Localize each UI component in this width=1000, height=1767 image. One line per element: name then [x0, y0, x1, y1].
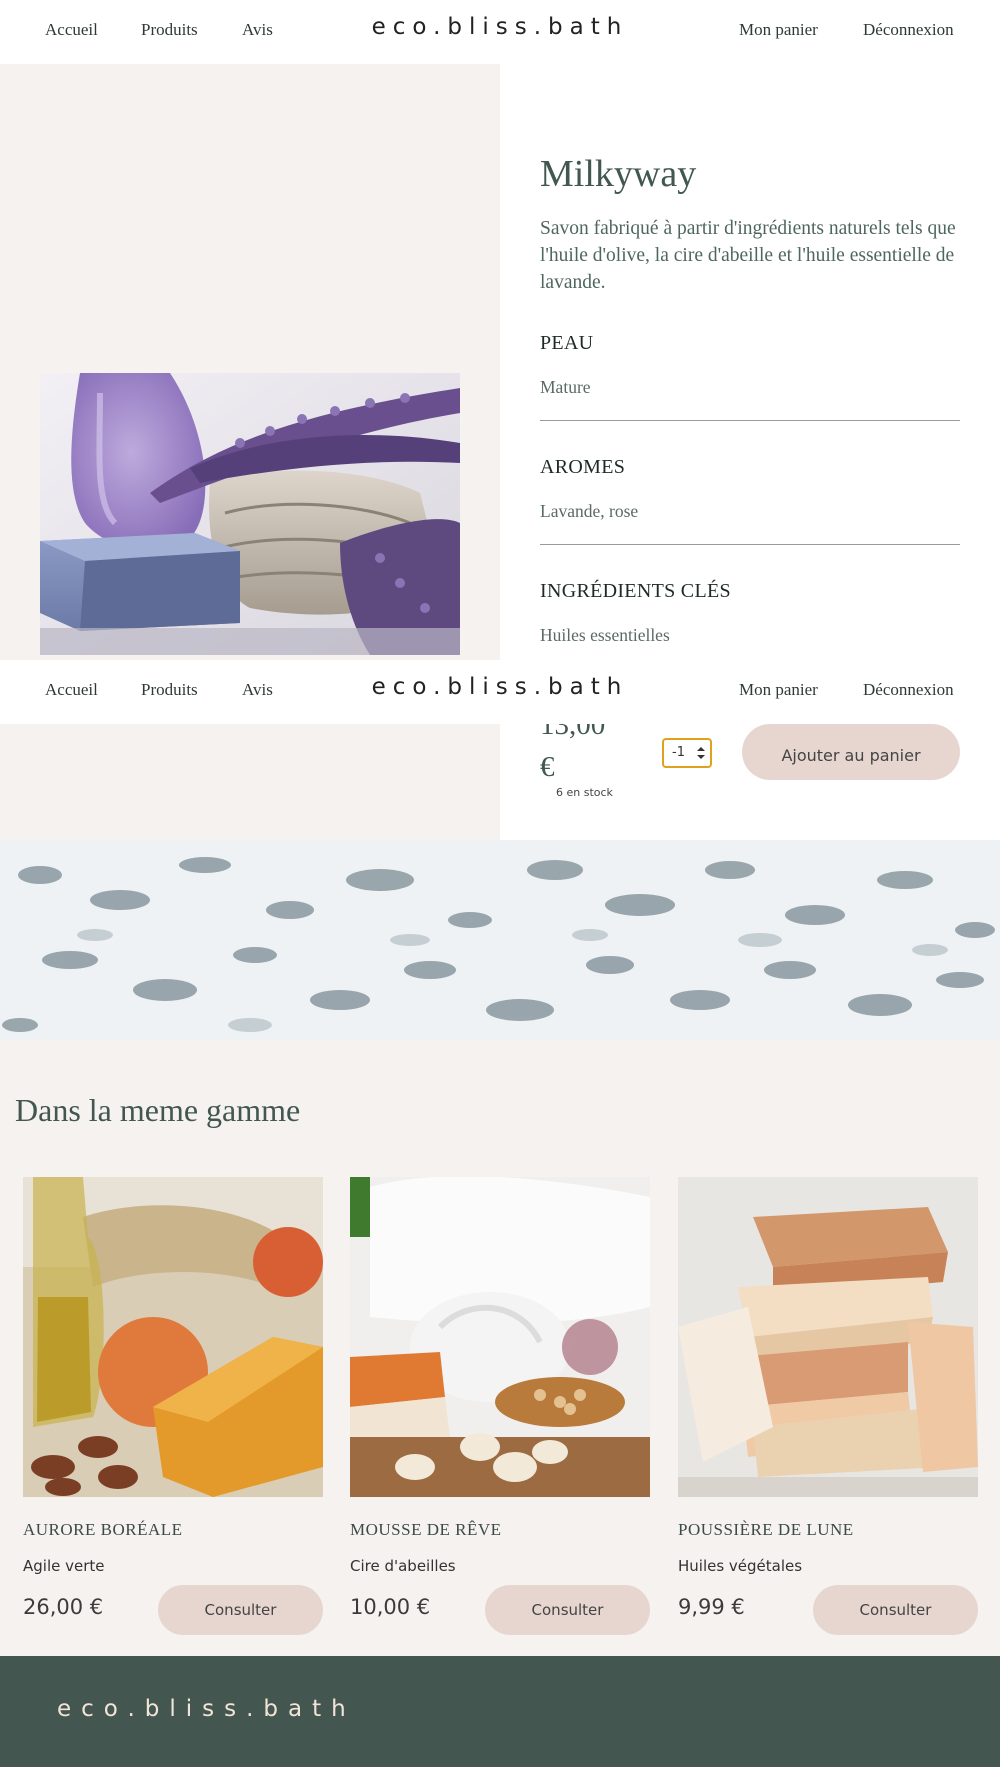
- nav-link-home[interactable]: Accueil: [45, 20, 98, 40]
- product-card-subtitle: Cire d'abeilles: [350, 1557, 456, 1575]
- foam-banner: [0, 840, 1000, 1040]
- product-card-image: [350, 1177, 650, 1497]
- nav-link-reviews[interactable]: Avis: [242, 680, 273, 700]
- product-description: Savon fabriqué à partir d'ingrédients na…: [540, 218, 956, 293]
- ingredients-value: Huiles essentielles: [540, 625, 670, 645]
- footer: eco.bliss.bath: [0, 1656, 1000, 1767]
- nav-link-reviews[interactable]: Avis: [242, 20, 273, 40]
- product-card-image: [23, 1177, 323, 1497]
- consult-button[interactable]: Consulter: [158, 1585, 323, 1635]
- spinner-arrows-icon[interactable]: [697, 746, 705, 760]
- add-to-cart-button[interactable]: Ajouter au panier: [742, 724, 960, 780]
- divider: [540, 420, 960, 421]
- lavender-soap-photo: [40, 373, 460, 655]
- orange-soap-photo: [23, 1177, 323, 1497]
- product-card: MOUSSE DE RÊVE Cire d'abeilles 10,00 € C…: [350, 1177, 650, 1639]
- product-card-name: POUSSIÈRE DE LUNE: [678, 1520, 854, 1539]
- product-card-price: 9,99 €: [678, 1595, 745, 1619]
- product-card-subtitle: Agile verte: [23, 1557, 105, 1575]
- nav-link-cart[interactable]: Mon panier: [739, 680, 818, 700]
- foam-texture-image: [0, 840, 1000, 1040]
- aroma-label: AROMES: [540, 456, 626, 478]
- product-image: [40, 373, 460, 655]
- related-products-section: Dans la meme gamme AURORE BORÉALE Agile …: [0, 1040, 1000, 1656]
- nav-link-products[interactable]: Produits: [141, 680, 198, 700]
- product-card-price: 26,00 €: [23, 1595, 104, 1619]
- section-title: Dans la meme gamme: [15, 1092, 301, 1128]
- consult-button[interactable]: Consulter: [813, 1585, 978, 1635]
- consult-button[interactable]: Consulter: [485, 1585, 650, 1635]
- product-title: Milkyway: [540, 153, 697, 195]
- skin-label: PEAU: [540, 332, 594, 354]
- product-card-price: 10,00 €: [350, 1595, 431, 1619]
- divider: [540, 544, 960, 545]
- sticky-navbar: Accueil Produits Avis eco.bliss.bath Mon…: [0, 660, 1000, 724]
- quantity-stepper[interactable]: -1: [662, 738, 712, 768]
- nav-link-logout[interactable]: Déconnexion: [863, 20, 954, 40]
- product-card-name: AURORE BORÉALE: [23, 1520, 183, 1539]
- product-card-name: MOUSSE DE RÊVE: [350, 1520, 502, 1539]
- top-navbar: Accueil Produits Avis eco.bliss.bath Mon…: [0, 0, 1000, 64]
- aroma-value: Lavande, rose: [540, 501, 639, 521]
- stock-info: 6 en stock: [556, 786, 613, 799]
- skin-value: Mature: [540, 377, 591, 397]
- nav-link-home[interactable]: Accueil: [45, 680, 98, 700]
- ingredients-label: INGRÉDIENTS CLÉS: [540, 580, 731, 602]
- nav-link-products[interactable]: Produits: [141, 20, 198, 40]
- stacked-soaps-photo: [678, 1177, 978, 1497]
- product-card-subtitle: Huiles végétales: [678, 1557, 803, 1575]
- nav-link-cart[interactable]: Mon panier: [739, 20, 818, 40]
- nav-link-logout[interactable]: Déconnexion: [863, 680, 954, 700]
- towels-soap-photo: [350, 1177, 650, 1497]
- footer-logo[interactable]: eco.bliss.bath: [57, 1696, 356, 1722]
- product-card: POUSSIÈRE DE LUNE Huiles végétales 9,99 …: [678, 1177, 978, 1639]
- product-card-image: [678, 1177, 978, 1497]
- quantity-value: -1: [672, 745, 685, 760]
- product-card: AURORE BORÉALE Agile verte 26,00 € Consu…: [23, 1177, 323, 1639]
